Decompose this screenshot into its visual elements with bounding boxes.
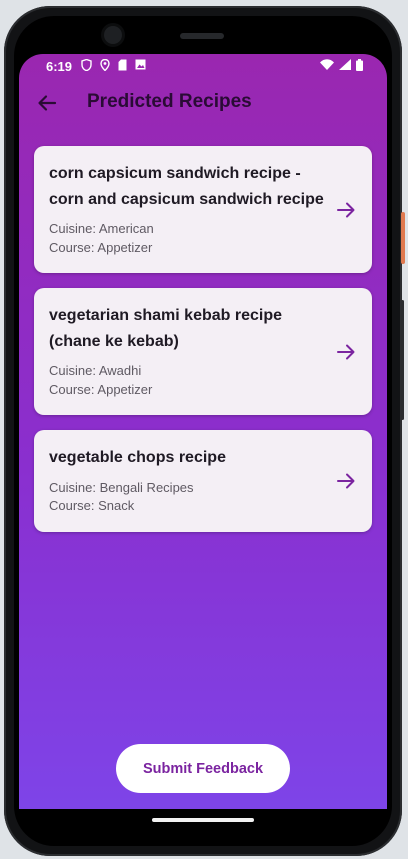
app-screen: 6:19 Predicted Recipes corn capsicum san… [19,54,387,809]
arrow-forward-icon[interactable] [335,199,357,221]
status-bar: 6:19 [19,54,387,80]
location-icon [100,59,110,71]
recipe-title: vegetarian shami kebab recipe (chane ke … [49,307,282,350]
submit-feedback-button[interactable]: Submit Feedback [116,744,290,793]
recipe-cuisine: Cuisine: Bengali Recipes [49,479,194,495]
shield-icon [81,59,92,71]
wifi-icon [320,59,334,70]
sim-card-icon [118,59,127,71]
recipe-course: Course: Appetizer [49,381,153,397]
arrow-back-icon [38,95,57,111]
status-time: 6:19 [46,59,73,74]
recipe-card[interactable]: vegetarian shami kebab recipe (chane ke … [34,288,372,415]
arrow-forward-icon[interactable] [335,341,357,363]
battery-icon [356,59,363,71]
recipe-card[interactable]: vegetable chops recipe Cuisine: Bengali … [34,430,372,532]
earpiece-speaker [180,33,224,39]
recipe-list: corn capsicum sandwich recipe - corn and… [34,146,372,547]
app-bar: Predicted Recipes [19,82,387,124]
recipe-course: Course: Appetizer [49,239,153,255]
recipe-cuisine: Cuisine: Awadhi [49,363,142,378]
status-notification-icons [81,59,146,71]
page-title: Predicted Recipes [87,91,252,112]
signal-icon [339,59,351,70]
arrow-forward-icon[interactable] [335,470,357,492]
recipe-title: corn capsicum sandwich recipe - corn and… [49,165,324,208]
status-system-icons [320,59,363,71]
recipe-cuisine: Cuisine: American [49,221,154,236]
device-background: 6:19 Predicted Recipes corn capsicum san… [0,0,408,859]
recipe-course: Course: Snack [49,498,135,513]
image-icon [135,59,146,70]
power-button [401,212,405,264]
recipe-title: vegetable chops recipe [49,449,226,466]
recipe-card[interactable]: corn capsicum sandwich recipe - corn and… [34,146,372,273]
gesture-nav-handle[interactable] [152,818,254,822]
volume-button [401,300,404,420]
back-button[interactable] [33,89,61,117]
front-camera [104,26,122,44]
